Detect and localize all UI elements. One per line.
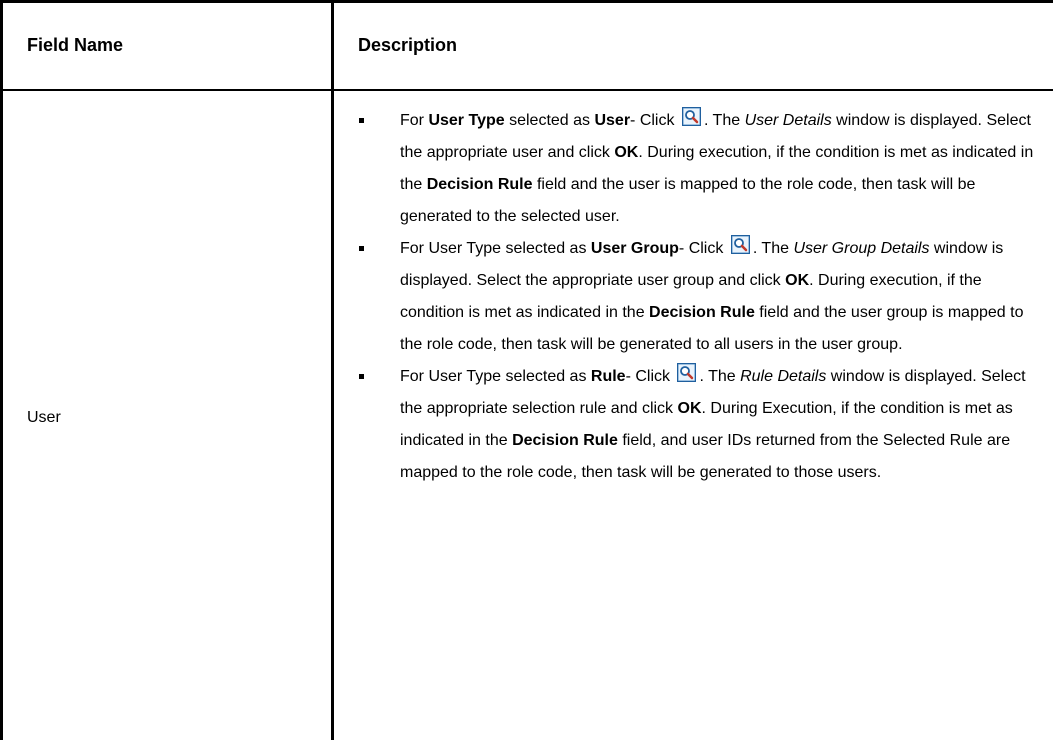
bold-text: OK <box>785 272 809 289</box>
bold-text: Decision Rule <box>427 176 533 193</box>
bold-text: OK <box>614 144 638 161</box>
search-icon <box>682 107 701 126</box>
text-segment: For User Type selected as <box>400 240 591 257</box>
header-field-name: Field Name <box>2 2 333 90</box>
header-description: Description <box>333 2 1053 90</box>
text-segment: - Click <box>679 240 728 257</box>
text-segment: . The <box>753 240 794 257</box>
text-segment: - Click <box>626 368 675 385</box>
bold-text: Decision Rule <box>512 432 618 449</box>
bold-text: Decision Rule <box>649 304 755 321</box>
text-segment: For <box>400 112 428 129</box>
bullet <box>359 374 364 379</box>
text-segment: selected as <box>505 112 595 129</box>
field-description-table: Field Name Description User For User Typ… <box>0 0 1053 740</box>
italic-text: User Details <box>745 112 832 129</box>
italic-text: Rule Details <box>740 368 826 385</box>
text-segment: For User Type selected as <box>400 368 591 385</box>
bold-text: Rule <box>591 368 626 385</box>
field-name-cell: User <box>2 90 333 740</box>
bold-text: User <box>594 112 630 129</box>
text-segment: - Click <box>630 112 679 129</box>
list-item-user-group: For User Type selected as User Group- Cl… <box>358 233 1039 361</box>
search-icon <box>677 363 696 382</box>
bold-text: OK <box>678 400 702 417</box>
description-list: For User Type selected as User- Click . … <box>358 105 1039 489</box>
italic-text: User Group Details <box>793 240 929 257</box>
bold-text: User Group <box>591 240 679 257</box>
bold-text: User Type <box>428 112 504 129</box>
table-header-row: Field Name Description <box>2 2 1053 90</box>
text-segment: . The <box>704 112 745 129</box>
table-row: User For User Type selected as User- Cli… <box>2 90 1053 740</box>
bullet <box>359 246 364 251</box>
search-icon <box>731 235 750 254</box>
description-cell: For User Type selected as User- Click . … <box>333 90 1053 740</box>
list-item-user: For User Type selected as User- Click . … <box>358 105 1039 233</box>
list-item-rule: For User Type selected as Rule- Click . … <box>358 361 1039 489</box>
bullet <box>359 118 364 123</box>
text-segment: . The <box>699 368 740 385</box>
